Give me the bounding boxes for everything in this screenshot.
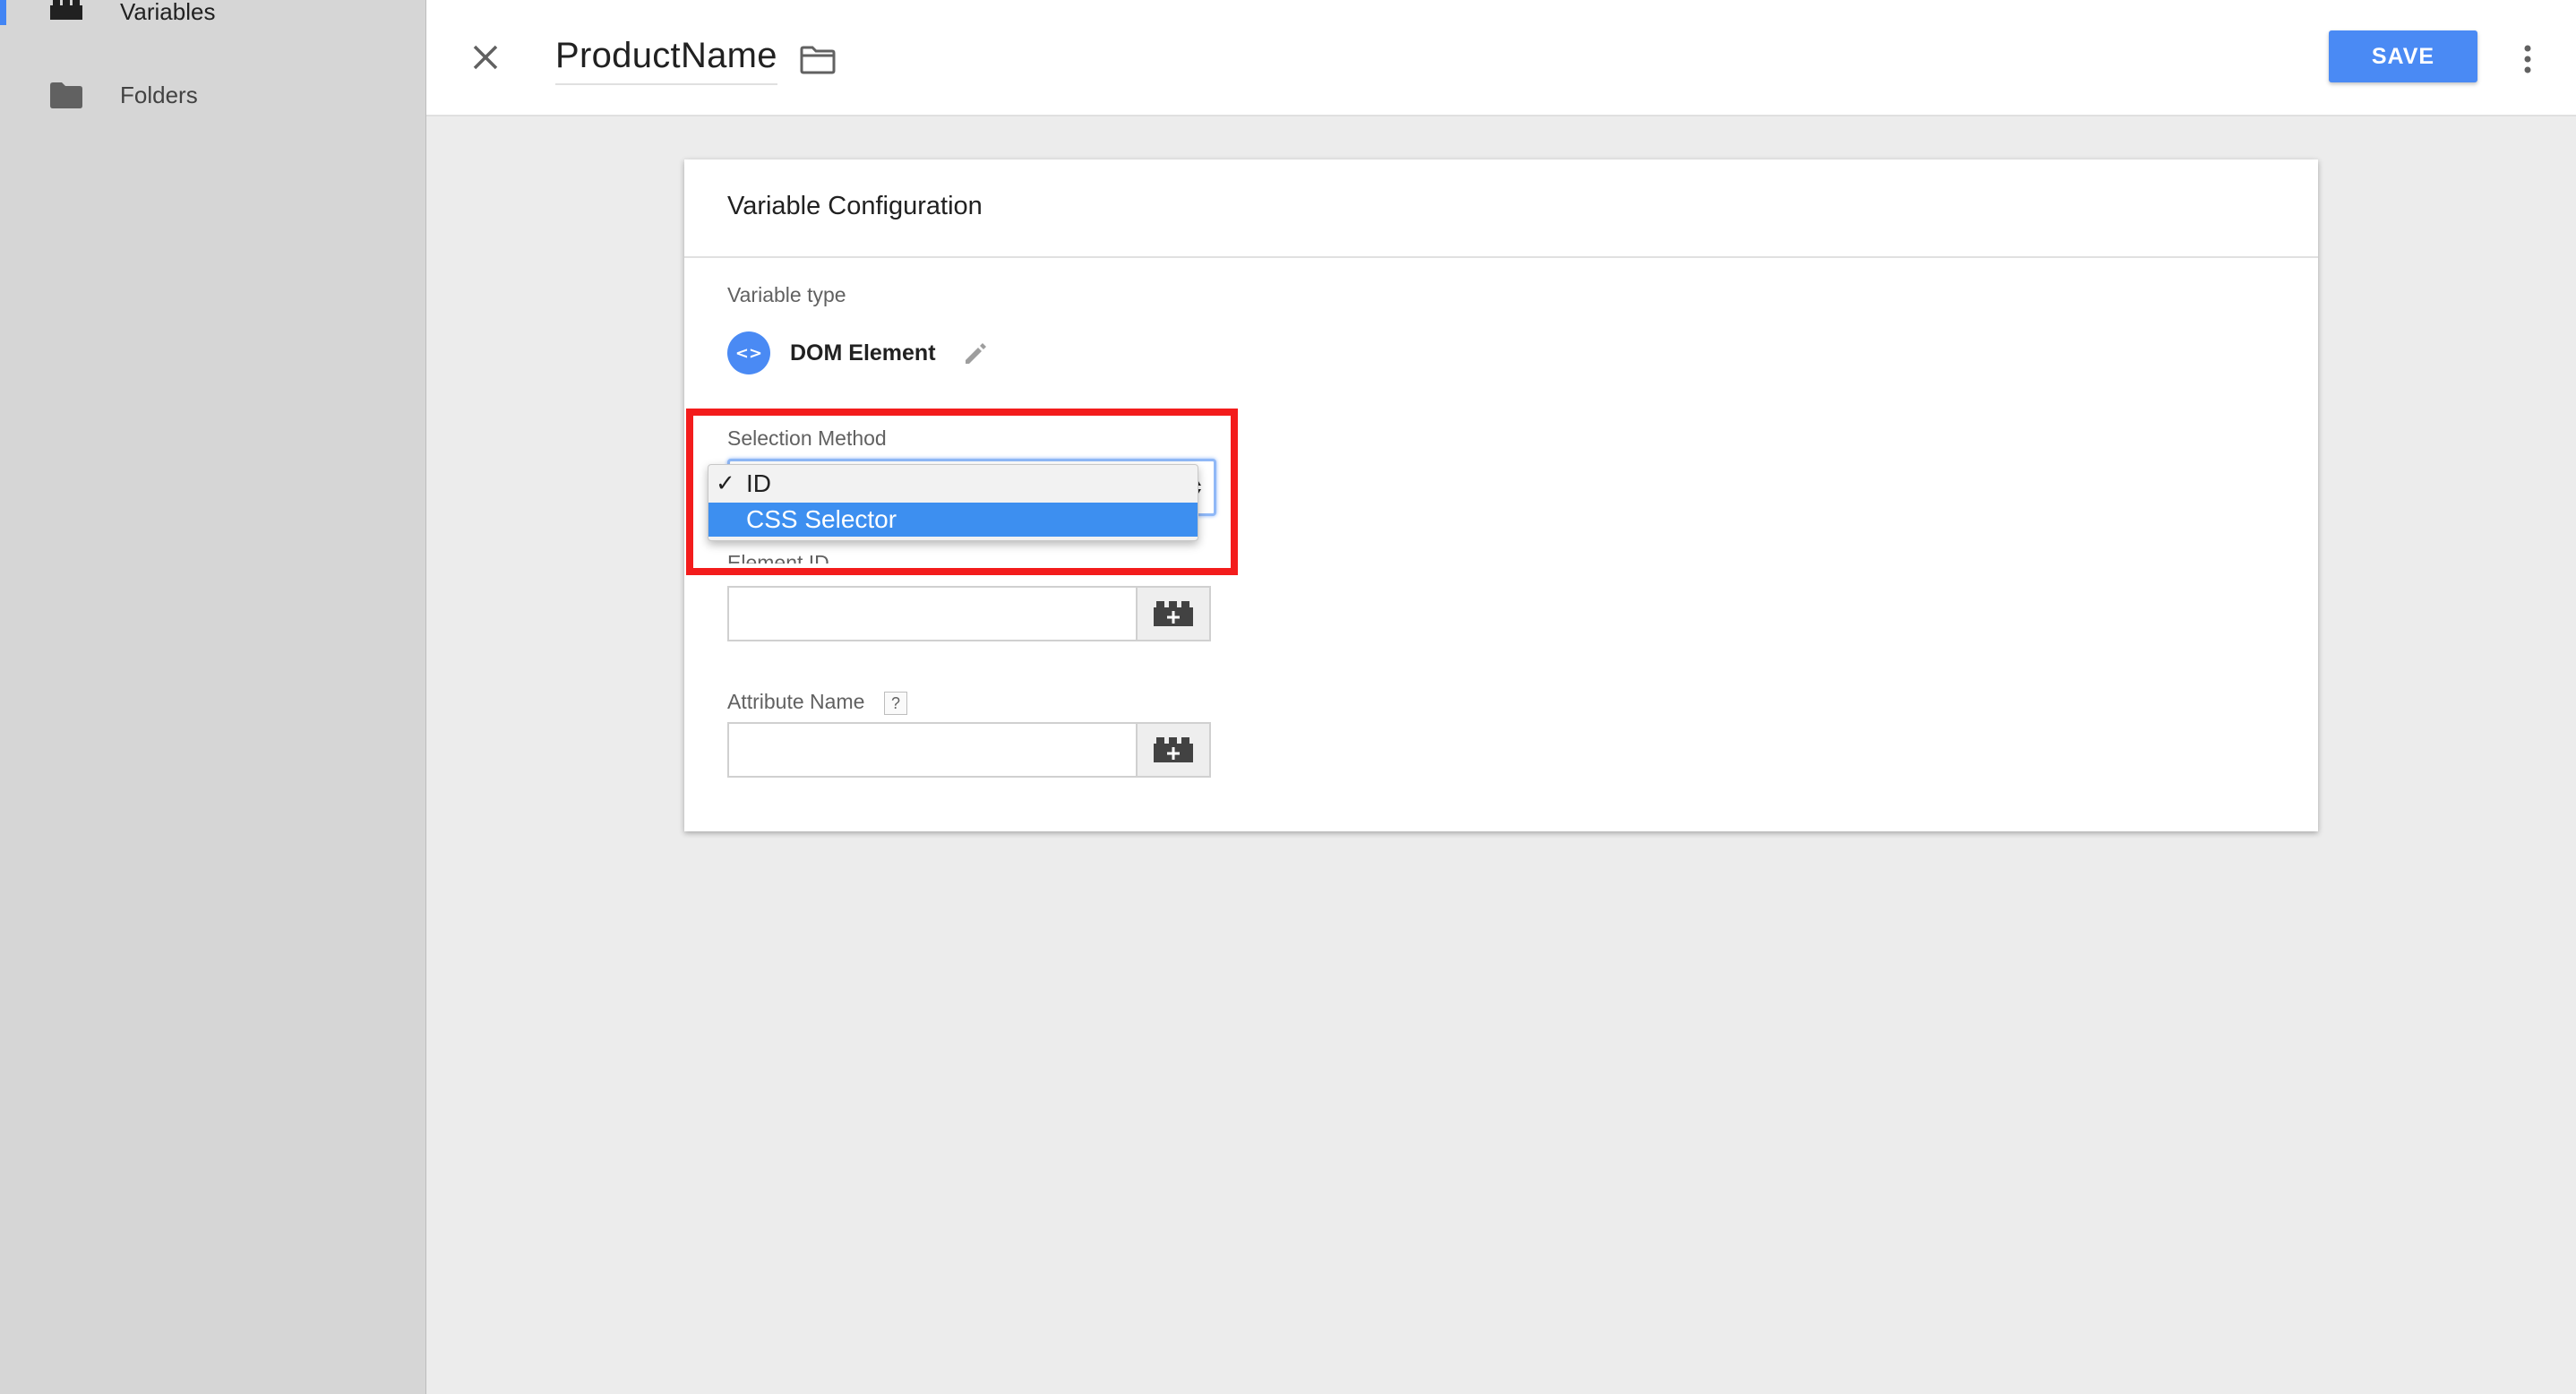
folder-icon xyxy=(50,82,82,108)
dropdown-option-label: ID xyxy=(746,469,771,497)
pencil-edit-icon[interactable] xyxy=(960,339,989,367)
insert-variable-button[interactable] xyxy=(1136,724,1209,776)
lego-block-plus-icon xyxy=(1154,737,1193,762)
element-id-field xyxy=(727,586,1211,641)
sidebar-item-label: Variables xyxy=(120,0,216,25)
help-icon[interactable]: ? xyxy=(884,692,907,715)
variable-name-title[interactable]: ProductName xyxy=(555,36,777,85)
insert-variable-button[interactable] xyxy=(1136,588,1209,640)
selection-method-dropdown: ✓ ID CSS Selector xyxy=(708,464,1198,541)
attribute-name-input[interactable] xyxy=(729,724,1139,776)
more-vert-icon[interactable] xyxy=(2519,41,2537,77)
dropdown-option-id[interactable]: ✓ ID xyxy=(708,467,1198,501)
element-id-input[interactable] xyxy=(729,588,1139,640)
attribute-name-label: Attribute Name xyxy=(727,690,865,713)
variable-type-value: DOM Element xyxy=(790,340,936,366)
code-brackets-icon: <> xyxy=(727,331,770,374)
editor-header: ProductName SAVE xyxy=(426,0,2576,116)
sidebar-item-folders[interactable]: Folders xyxy=(0,68,425,122)
sidebar: Variables Folders xyxy=(0,0,426,1394)
variable-configuration-card: Variable Configuration Variable type <> … xyxy=(684,159,2318,831)
folder-outline-icon[interactable] xyxy=(799,45,837,75)
dropdown-option-label: CSS Selector xyxy=(746,505,897,533)
save-button[interactable]: SAVE xyxy=(2329,30,2477,82)
card-title: Variable Configuration xyxy=(727,192,983,220)
element-id-label: Element ID xyxy=(727,553,829,564)
checkmark-icon: ✓ xyxy=(716,470,735,497)
sidebar-item-variables[interactable]: Variables xyxy=(0,0,425,36)
sidebar-item-label: Folders xyxy=(120,82,198,108)
attribute-name-field xyxy=(727,722,1211,778)
selection-method-label: Selection Method xyxy=(727,426,887,450)
card-divider xyxy=(684,256,2318,258)
dropdown-option-css-selector[interactable]: CSS Selector xyxy=(708,503,1198,537)
variable-type-label: Variable type xyxy=(727,283,846,306)
lego-block-icon xyxy=(50,0,82,20)
close-icon[interactable] xyxy=(468,39,503,75)
lego-block-plus-icon xyxy=(1154,601,1193,626)
